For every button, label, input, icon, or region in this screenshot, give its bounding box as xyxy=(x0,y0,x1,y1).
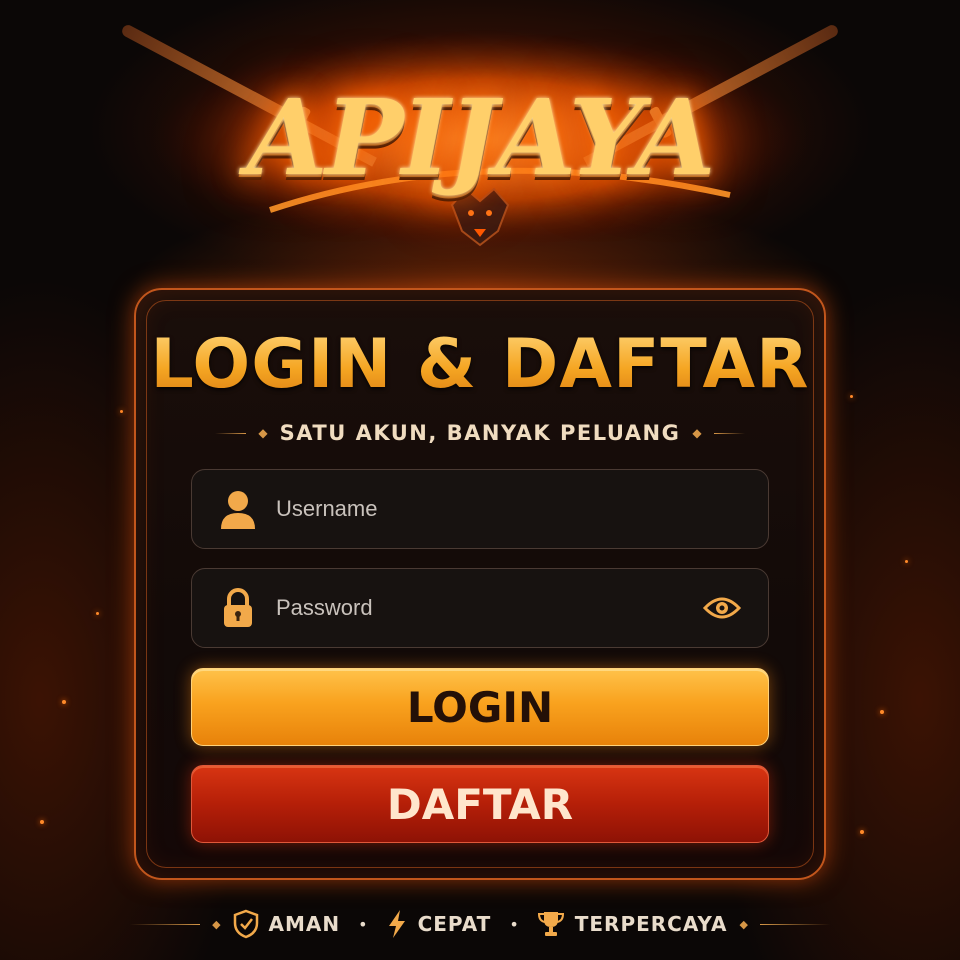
register-button[interactable]: DAFTAR xyxy=(191,765,769,843)
badge-label: CEPAT xyxy=(417,912,492,936)
badge-label: TERPERCAYA xyxy=(574,912,728,936)
password-input[interactable] xyxy=(262,569,698,647)
ember-spark xyxy=(860,830,864,834)
brand-logo: APIJAYA xyxy=(90,20,870,260)
diamond-icon: ◆ xyxy=(212,917,221,931)
ember-spark xyxy=(880,710,884,714)
badge-aman: AMAN xyxy=(233,909,341,939)
divider-line xyxy=(713,432,745,434)
separator-dot: • xyxy=(358,914,368,934)
ember-spark xyxy=(40,820,44,824)
username-field[interactable] xyxy=(191,469,769,549)
eye-icon[interactable] xyxy=(698,596,746,620)
diamond-icon: ◆ xyxy=(258,426,268,440)
shield-check-icon xyxy=(233,909,258,939)
badge-cepat: CEPAT xyxy=(386,909,492,939)
separator-dot: • xyxy=(509,914,519,934)
logo-wordmark: APIJAYA xyxy=(246,76,716,199)
ember-spark xyxy=(905,560,908,563)
ember-spark xyxy=(850,395,853,398)
ember-spark xyxy=(120,410,123,413)
ember-spark xyxy=(62,700,66,704)
trust-badges: ◆ AMAN • CEPAT • TERPERCAYA ◆ xyxy=(130,908,830,940)
subtitle-row: ◆ SATU AKUN, BANYAK PELUANG ◆ xyxy=(215,420,745,446)
user-icon xyxy=(214,489,262,529)
divider-line xyxy=(759,923,830,925)
divider-line xyxy=(130,923,201,925)
lock-icon xyxy=(214,588,262,628)
diamond-icon: ◆ xyxy=(739,917,748,931)
lightning-icon xyxy=(388,910,405,938)
badge-label: AMAN xyxy=(268,912,341,936)
divider-line xyxy=(215,432,247,434)
trophy-icon xyxy=(537,912,564,936)
badge-terpercaya: TERPERCAYA xyxy=(537,909,728,939)
panel-subtitle: SATU AKUN, BANYAK PELUANG xyxy=(279,421,681,445)
panel-title: LOGIN & DAFTAR xyxy=(134,325,826,404)
diamond-icon: ◆ xyxy=(692,426,702,440)
login-button[interactable]: LOGIN xyxy=(191,668,769,746)
username-input[interactable] xyxy=(262,470,768,548)
password-field[interactable] xyxy=(191,568,769,648)
ember-spark xyxy=(96,612,99,615)
